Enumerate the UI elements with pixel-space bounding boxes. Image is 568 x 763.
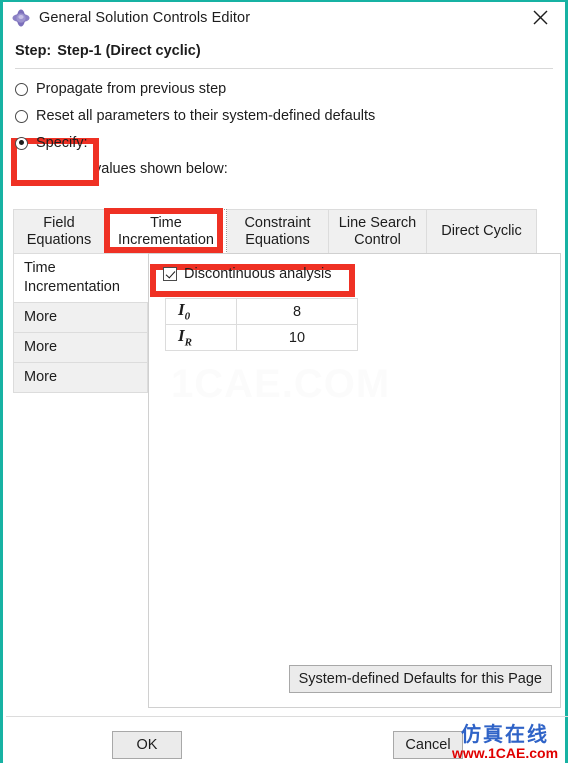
radio-icon-selected [15, 136, 28, 150]
ok-button[interactable]: OK [112, 731, 182, 759]
radio-propagate-from-previous-step[interactable]: Propagate from previous step [15, 77, 565, 101]
sidebar-item-more-1[interactable]: More [13, 302, 148, 332]
checkbox-label: Discontinuous analysis [184, 266, 332, 282]
checkbox-icon-checked [163, 267, 177, 281]
abaqus-diamond-icon [11, 8, 31, 28]
dialog-window: General Solution Controls Editor Step: S… [0, 0, 568, 763]
propagation-options-group: Propagate from previous step Reset all p… [3, 69, 565, 155]
site-watermark: 仿真在线 www.1CAE.com [444, 722, 566, 762]
propagated-values-note: Propagated values shown below: [15, 161, 228, 177]
param-symbol-ir: IR [165, 324, 237, 351]
sidebar-item-more-3[interactable]: More [13, 362, 148, 393]
radio-icon [15, 82, 28, 96]
tab-line-search-control[interactable]: Line Search Control [329, 209, 427, 254]
tab-time-incrementation[interactable]: Time Incrementation [105, 209, 227, 254]
tab-strip: Field Equations Time Incrementation Cons… [13, 209, 561, 254]
tab-field-equations[interactable]: Field Equations [13, 209, 105, 254]
param-value-ir[interactable]: 10 [236, 324, 358, 351]
table-row[interactable]: IR 10 [165, 324, 358, 351]
title-bar: General Solution Controls Editor [3, 2, 565, 34]
parameters-table: I0 8 IR 10 [165, 298, 358, 351]
window-title: General Solution Controls Editor [39, 10, 251, 26]
radio-reset-all-parameters[interactable]: Reset all parameters to their system-def… [15, 104, 565, 128]
table-row[interactable]: I0 8 [165, 298, 358, 325]
content-panel: 1CAE.COM Discontinuous analysis I0 8 IR [148, 253, 561, 708]
step-value: Step-1 (Direct cyclic) [57, 43, 201, 59]
step-label: Step: [15, 43, 52, 59]
radio-icon [15, 109, 28, 123]
page-body: Time Incrementation More More More 1CAE.… [13, 253, 561, 708]
sub-page-list: Time Incrementation More More More [13, 253, 148, 393]
radio-label: Specify: [36, 135, 88, 151]
checkbox-discontinuous-analysis[interactable]: Discontinuous analysis [163, 266, 332, 282]
radio-label: Reset all parameters to their system-def… [36, 108, 376, 124]
tab-constraint-equations[interactable]: Constraint Equations [227, 209, 329, 254]
tab-direct-cyclic[interactable]: Direct Cyclic [427, 209, 537, 254]
watermark-chinese-text: 仿真在线 [461, 722, 549, 746]
panel-watermark: 1CAE.COM [171, 362, 391, 406]
system-defined-defaults-button[interactable]: System-defined Defaults for this Page [288, 665, 552, 693]
radio-specify[interactable]: Specify: [15, 131, 565, 155]
sidebar-item-more-2[interactable]: More [13, 332, 148, 362]
param-symbol-i0: I0 [165, 298, 237, 325]
watermark-url-text: www.1CAE.com [451, 745, 559, 761]
footer-divider [6, 716, 568, 717]
radio-label: Propagate from previous step [36, 81, 227, 97]
close-icon[interactable] [519, 2, 561, 33]
step-row: Step: Step-1 (Direct cyclic) [3, 34, 565, 68]
sidebar-item-time-incrementation[interactable]: Time Incrementation [13, 253, 148, 302]
param-value-i0[interactable]: 8 [236, 298, 358, 325]
